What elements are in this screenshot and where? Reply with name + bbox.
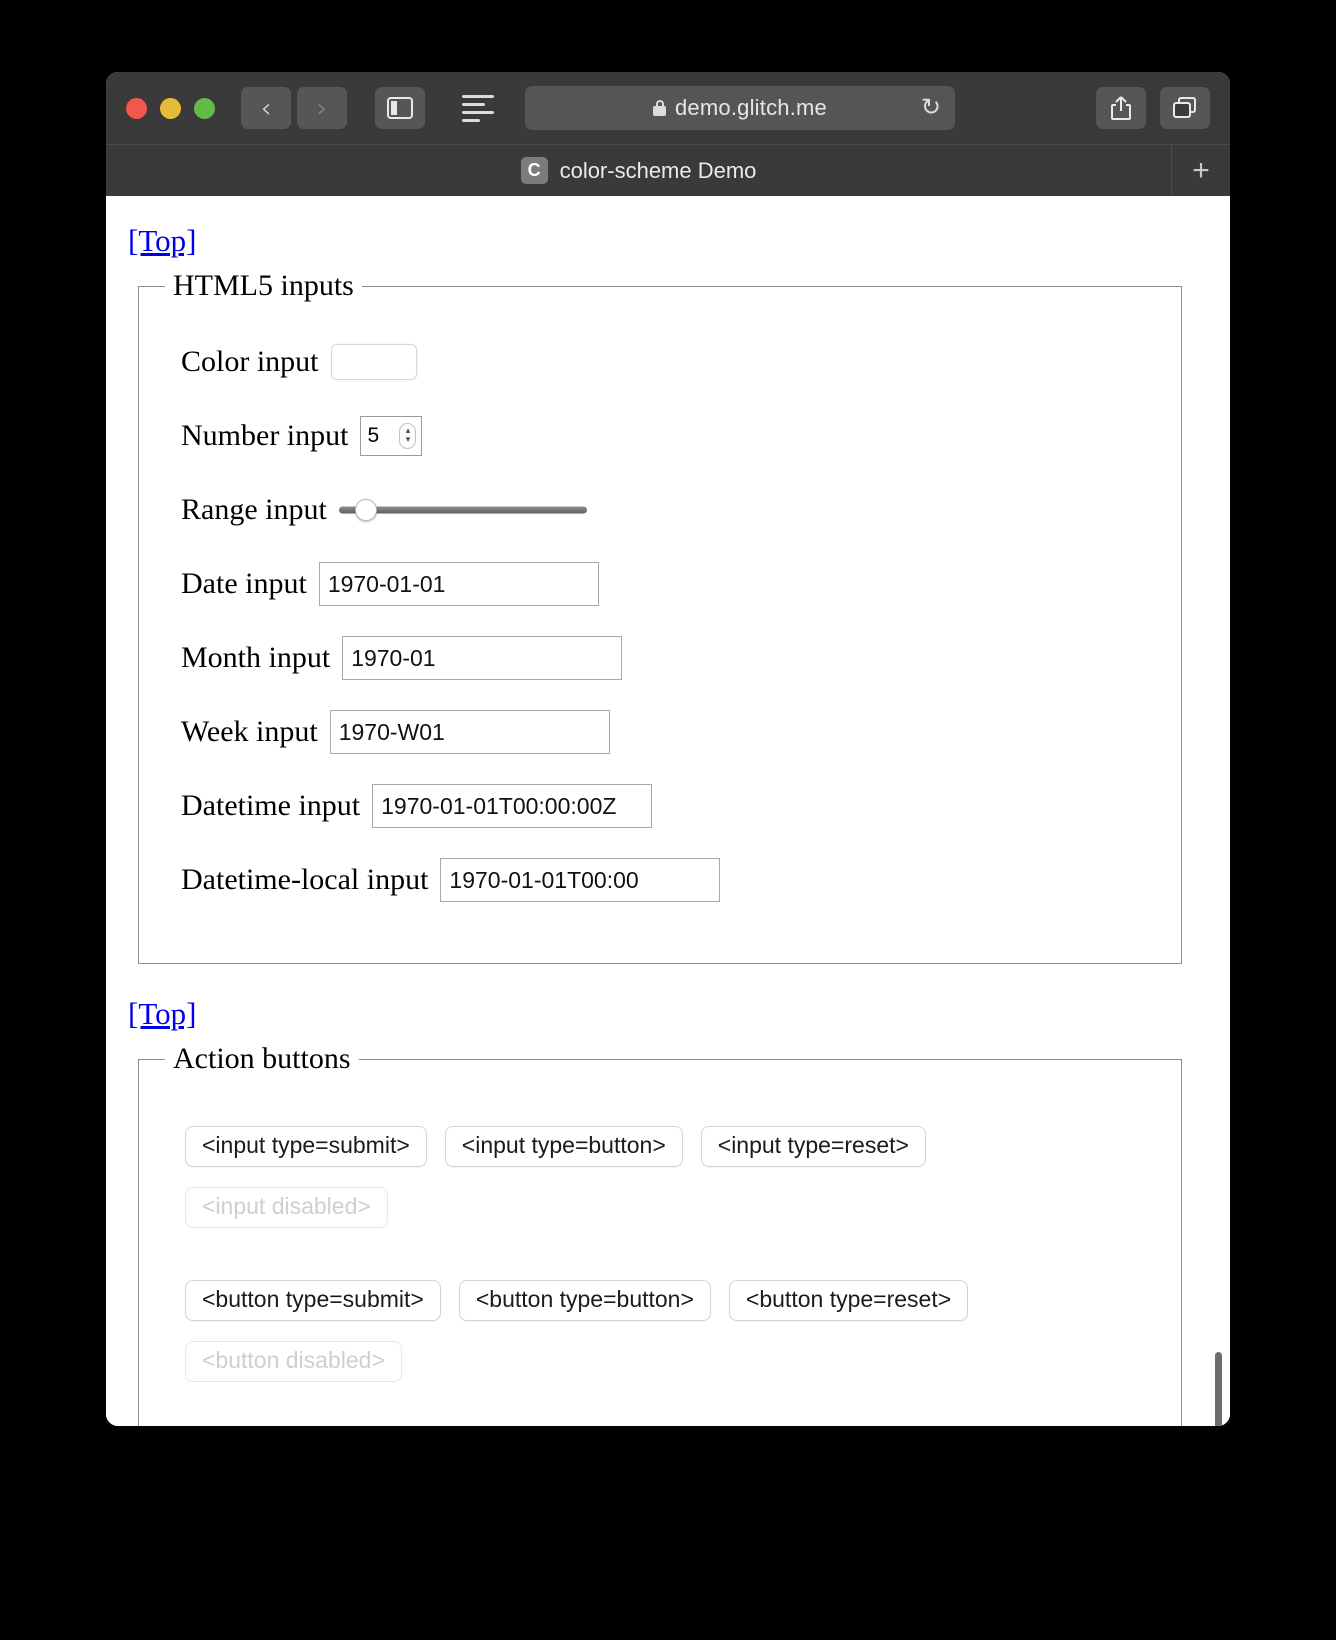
reader-view-button[interactable] xyxy=(453,87,503,129)
page-content: [Top] HTML5 inputs Color input Number in… xyxy=(106,197,1230,1426)
address-bar-content: demo.glitch.me xyxy=(653,95,827,121)
minimize-window-button[interactable] xyxy=(160,97,181,119)
field-range-input: Range input xyxy=(181,473,1165,547)
label-datetime-local-input: Datetime-local input xyxy=(181,863,429,896)
action-buttons-fieldset: Action buttons <input type=submit> <inpu… xyxy=(138,1042,1182,1426)
button-reset-button[interactable]: <button type=reset> xyxy=(728,1280,969,1321)
sidebar-toggle-button[interactable] xyxy=(375,87,425,129)
toolbar-right-buttons xyxy=(1096,87,1210,129)
input-submit-button[interactable]: <input type=submit> xyxy=(185,1126,427,1167)
tab-title: color-scheme Demo xyxy=(559,157,757,183)
show-tabs-button[interactable] xyxy=(1160,87,1210,129)
page-scrollbar[interactable] xyxy=(1215,1352,1222,1426)
share-button[interactable] xyxy=(1096,87,1146,129)
tab-color-scheme-demo[interactable]: C color-scheme Demo xyxy=(106,145,1172,196)
html5-inputs-legend: HTML5 inputs xyxy=(173,269,354,302)
back-button[interactable]: ‹ xyxy=(241,87,291,129)
input-reset-button[interactable]: <input type=reset> xyxy=(700,1126,926,1167)
date-input[interactable]: 1970-01-01 xyxy=(318,562,599,606)
week-input[interactable]: 1970-W01 xyxy=(329,710,610,754)
fieldset-bottom-spacer xyxy=(155,917,1165,945)
lock-icon xyxy=(653,100,666,116)
reader-view-icon xyxy=(462,94,494,122)
button-submit-button[interactable]: <button type=submit> xyxy=(185,1280,441,1321)
action-buttons-legend: Action buttons xyxy=(173,1042,351,1075)
color-input[interactable] xyxy=(330,344,417,380)
sidebar-icon xyxy=(387,97,413,119)
chevron-up-icon: ▴ xyxy=(405,426,411,436)
button-disabled-button: <button disabled> xyxy=(185,1341,402,1382)
new-tab-button[interactable]: + xyxy=(1172,145,1230,196)
range-thumb[interactable] xyxy=(355,499,378,521)
chevron-down-icon: ▾ xyxy=(405,435,411,445)
forward-button[interactable]: › xyxy=(297,87,347,129)
show-tabs-icon xyxy=(1173,97,1196,118)
close-window-button[interactable] xyxy=(126,97,147,119)
window-controls xyxy=(126,97,215,119)
browser-window: ‹ › demo.glitch.me ↻ C color-scheme Demo… xyxy=(106,72,1230,1426)
number-input-value: 5 xyxy=(367,424,380,447)
navigation-buttons: ‹ › xyxy=(241,87,347,129)
action-fieldset-bottom-spacer xyxy=(155,1382,1165,1424)
browser-titlebar: ‹ › demo.glitch.me ↻ xyxy=(106,72,1230,144)
datetime-local-input[interactable]: 1970-01-01T00:00 xyxy=(440,858,721,902)
button-disabled-row: <button disabled> xyxy=(185,1335,1165,1382)
input-buttons-row: <input type=submit> <input type=button> … xyxy=(185,1120,1165,1167)
field-datetime-local-input: Datetime-local input 1970-01-01T00:00 xyxy=(181,843,1165,917)
button-elements-row: <button type=submit> <button type=button… xyxy=(185,1274,1165,1321)
label-week-input: Week input xyxy=(181,715,318,748)
url-text: demo.glitch.me xyxy=(675,95,827,120)
label-number-input: Number input xyxy=(181,419,349,452)
top-link-1[interactable]: [Top] xyxy=(128,223,196,259)
chevron-left-icon: ‹ xyxy=(260,92,272,124)
field-week-input: Week input 1970-W01 xyxy=(181,695,1165,769)
page-viewport: [Top] HTML5 inputs Color input Number in… xyxy=(106,197,1230,1426)
chevron-right-icon: › xyxy=(316,92,328,124)
input-disabled-row: <input disabled> xyxy=(185,1181,1165,1228)
label-date-input: Date input xyxy=(181,567,307,600)
label-datetime-input: Datetime input xyxy=(181,789,361,822)
label-range-input: Range input xyxy=(181,493,327,526)
field-number-input: Number input 5 ▴ ▾ xyxy=(181,399,1165,473)
tab-bar: C color-scheme Demo + xyxy=(106,144,1230,196)
number-input[interactable]: 5 ▴ ▾ xyxy=(360,416,423,456)
reload-icon[interactable]: ↻ xyxy=(921,96,941,120)
zoom-window-button[interactable] xyxy=(194,97,215,119)
top-link-2[interactable]: [Top] xyxy=(128,996,196,1032)
input-button-button[interactable]: <input type=button> xyxy=(444,1126,683,1167)
field-month-input: Month input 1970-01 xyxy=(181,621,1165,695)
number-stepper[interactable]: ▴ ▾ xyxy=(399,423,417,449)
input-disabled-button: <input disabled> xyxy=(185,1187,388,1228)
label-month-input: Month input xyxy=(181,641,331,674)
field-date-input: Date input 1970-01-01 xyxy=(181,547,1165,621)
label-color-input: Color input xyxy=(181,345,319,378)
button-button-button[interactable]: <button type=button> xyxy=(458,1280,711,1321)
month-input[interactable]: 1970-01 xyxy=(342,636,623,680)
datetime-input[interactable]: 1970-01-01T00:00:00Z xyxy=(372,784,653,828)
html5-inputs-fieldset: HTML5 inputs Color input Number input 5 … xyxy=(138,269,1182,964)
favicon-icon: C xyxy=(520,157,548,184)
field-color-input: Color input xyxy=(181,325,1165,399)
field-datetime-input: Datetime input 1970-01-01T00:00:00Z xyxy=(181,769,1165,843)
share-icon xyxy=(1111,96,1131,120)
range-input[interactable] xyxy=(338,499,587,521)
address-bar[interactable]: demo.glitch.me ↻ xyxy=(525,86,955,130)
